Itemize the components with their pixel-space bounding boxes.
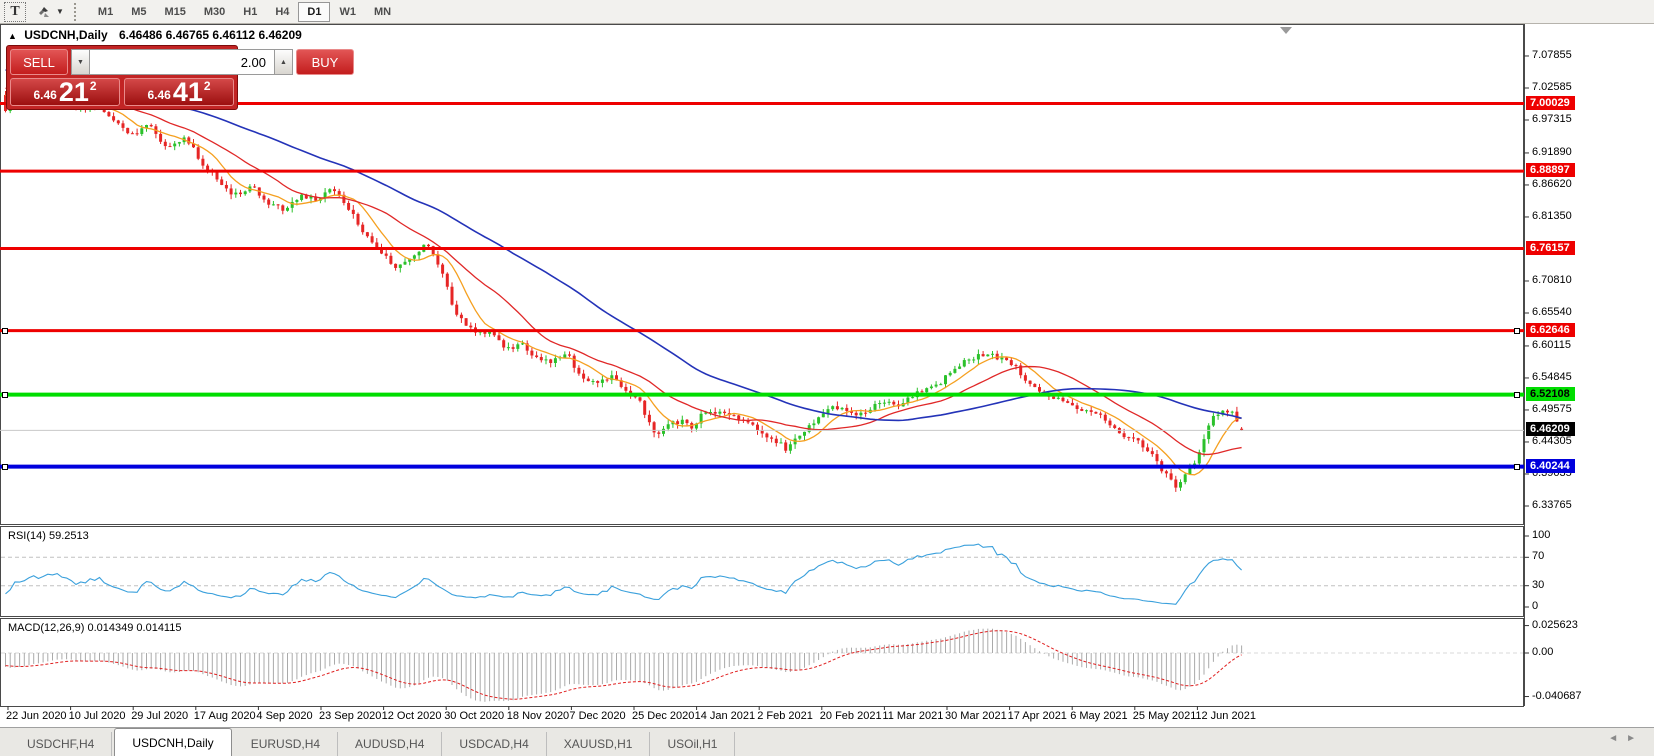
tab-usoil-h1[interactable]: USOil,H1 [650, 732, 735, 756]
price-tag-7.00029[interactable]: 7.00029 [1526, 96, 1575, 110]
sell-button[interactable]: SELL [10, 49, 68, 75]
volume-decrease-button[interactable]: ▼ [71, 49, 90, 75]
collapse-triangle-icon[interactable]: ▲ [8, 31, 17, 41]
mt4-window: T ▼ M1M5M15M30H1H4D1W1MN ▲ USDCNH,Daily … [0, 0, 1654, 756]
sell-price-pip: 2 [90, 79, 97, 93]
symbol-period-label: USDCNH,Daily [24, 28, 107, 42]
chart-title: ▲ USDCNH,Daily 6.46486 6.46765 6.46112 6… [8, 28, 302, 42]
timeframe-button-H1[interactable]: H1 [234, 2, 266, 22]
arrows-dropdown-caret[interactable]: ▼ [56, 7, 64, 16]
line-handle[interactable] [1514, 464, 1520, 470]
macd-histogram [6, 629, 1242, 702]
buy-price-pip: 2 [204, 79, 211, 93]
text-tool-button[interactable]: T [4, 2, 26, 22]
buy-price-prefix: 6.46 [147, 88, 170, 102]
line-handle[interactable] [2, 464, 8, 470]
sell-price-tile[interactable]: 6.46 21 2 [10, 78, 120, 106]
price-tag-6.52108[interactable]: 6.52108 [1526, 387, 1575, 401]
buy-price-tile[interactable]: 6.46 41 2 [124, 78, 234, 106]
timeframe-button-H4[interactable]: H4 [266, 2, 298, 22]
timeframe-button-M30[interactable]: M30 [195, 2, 234, 22]
timeframe-button-M5[interactable]: M5 [122, 2, 155, 22]
line-handle[interactable] [2, 328, 8, 334]
price-tag-6.40244[interactable]: 6.40244 [1526, 459, 1575, 473]
price-tag-6.46209[interactable]: 6.46209 [1526, 422, 1575, 436]
candles [4, 90, 1243, 491]
tab-usdchf-h4[interactable]: USDCHF,H4 [10, 732, 112, 756]
shift-marker-icon[interactable] [1280, 27, 1292, 34]
arrows-tool-button[interactable] [34, 2, 54, 22]
line-handle[interactable] [1514, 328, 1520, 334]
ohlc-values: 6.46486 6.46765 6.46112 6.46209 [119, 28, 302, 42]
symbol-tab-bar: USDCHF,H4USDCNH,DailyEURUSD,H4AUDUSD,H4U… [0, 727, 1654, 756]
top-toolbar: T ▼ M1M5M15M30H1H4D1W1MN [0, 0, 1654, 24]
rsi-label: RSI(14) 59.2513 [8, 530, 89, 542]
buy-button[interactable]: BUY [296, 49, 354, 75]
macd-label: MACD(12,26,9) 0.014349 0.014115 [8, 622, 181, 634]
macd-signal-line [6, 631, 1242, 700]
rsi-line [6, 544, 1242, 604]
timeframe-toolbar: M1M5M15M30H1H4D1W1MN [89, 2, 400, 22]
timeframe-button-M15[interactable]: M15 [155, 2, 194, 22]
pane-border [1, 527, 1524, 617]
chart-canvas[interactable] [0, 0, 1654, 756]
timeframe-button-M1[interactable]: M1 [89, 2, 122, 22]
line-handle[interactable] [2, 392, 8, 398]
tab-xauusd-h1[interactable]: XAUUSD,H1 [547, 732, 651, 756]
tab-eurusd-h4[interactable]: EURUSD,H4 [234, 732, 338, 756]
volume-increase-button[interactable]: ▲ [274, 49, 293, 75]
ma-line-8 [6, 95, 1242, 475]
line-handle[interactable] [1514, 392, 1520, 398]
toolbar-grip [74, 3, 81, 21]
sell-price-big: 21 [59, 79, 89, 105]
sell-price-prefix: 6.46 [33, 88, 56, 102]
volume-input[interactable] [90, 49, 274, 75]
price-tag-6.88897[interactable]: 6.88897 [1526, 163, 1575, 177]
tab-usdcnh-daily[interactable]: USDCNH,Daily [114, 728, 231, 756]
price-tag-6.62646[interactable]: 6.62646 [1526, 323, 1575, 337]
price-tag-6.76157[interactable]: 6.76157 [1526, 241, 1575, 255]
tab-scroll-arrows[interactable]: ◄► [1608, 733, 1644, 744]
tab-usdcad-h4[interactable]: USDCAD,H4 [442, 732, 546, 756]
ma-line-55 [6, 70, 1242, 421]
tab-audusd-h4[interactable]: AUDUSD,H4 [338, 732, 442, 756]
buy-price-big: 41 [173, 79, 203, 105]
one-click-trade-panel: SELL ▼ ▲ BUY 6.46 21 2 6.46 41 2 [6, 45, 238, 110]
timeframe-button-D1[interactable]: D1 [298, 2, 330, 22]
arrows-icon [36, 4, 52, 20]
timeframe-button-MN[interactable]: MN [365, 2, 400, 22]
timeframe-button-W1[interactable]: W1 [330, 2, 365, 22]
